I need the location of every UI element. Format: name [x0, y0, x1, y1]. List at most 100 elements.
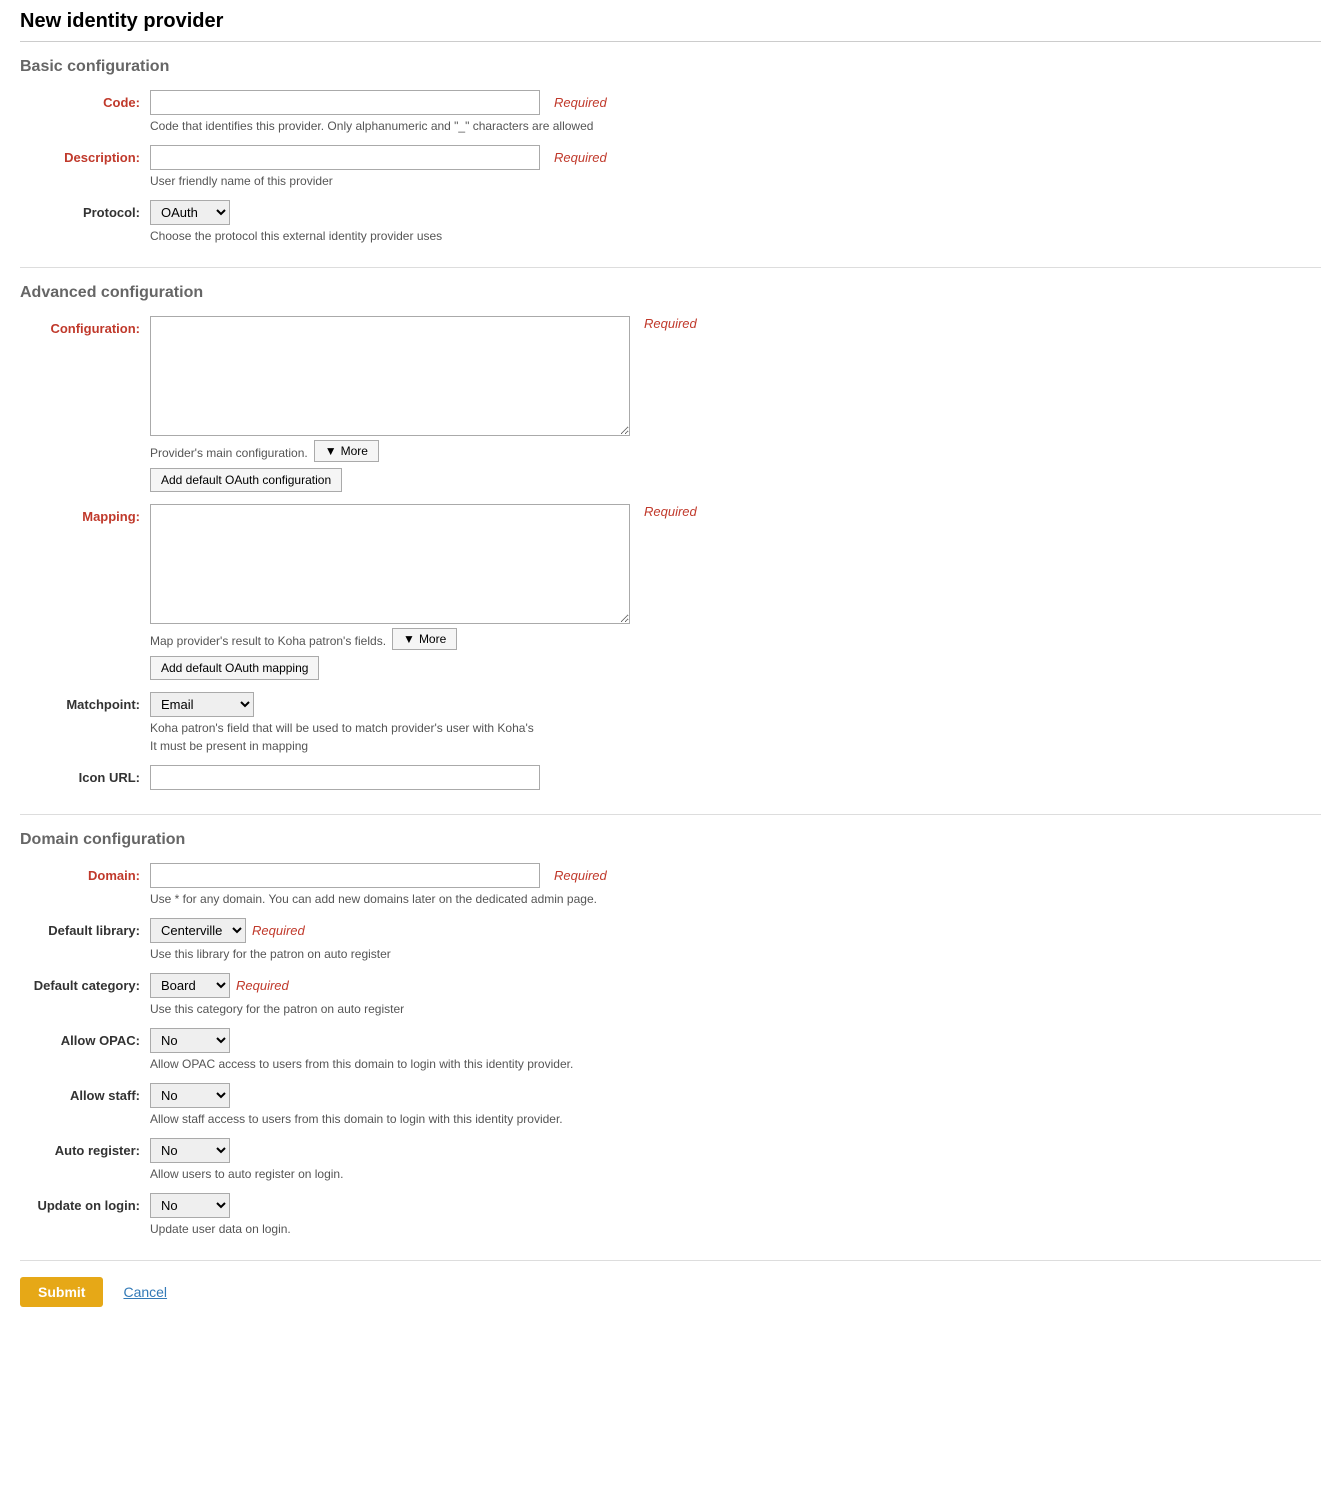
- default-library-row: Default library: Centerville Required Us…: [20, 918, 1321, 961]
- matchpoint-field-container: Email Username cardnumber Koha patron's …: [150, 692, 1321, 753]
- update-on-login-label: Update on login:: [20, 1193, 150, 1213]
- submit-button[interactable]: Submit: [20, 1277, 103, 1307]
- configuration-label: Configuration:: [20, 316, 150, 336]
- matchpoint-help1: Koha patron's field that will be used to…: [150, 721, 1321, 735]
- code-field-wrapper: Required: [150, 90, 1321, 115]
- code-input[interactable]: [150, 90, 540, 115]
- matchpoint-help2: It must be present in mapping: [150, 739, 1321, 753]
- default-category-label: Default category:: [20, 973, 150, 993]
- allow-staff-help: Allow staff access to users from this do…: [150, 1112, 1321, 1126]
- code-field-container: Required Code that identifies this provi…: [150, 90, 1321, 133]
- domain-required: Required: [554, 868, 607, 883]
- mapping-label: Mapping:: [20, 504, 150, 524]
- code-required: Required: [554, 95, 607, 110]
- description-field-container: Required User friendly name of this prov…: [150, 145, 1321, 188]
- matchpoint-row: Matchpoint: Email Username cardnumber Ko…: [20, 692, 1321, 753]
- form-actions: Submit Cancel: [20, 1260, 1321, 1307]
- default-library-field-container: Centerville Required Use this library fo…: [150, 918, 1321, 961]
- allow-opac-label: Allow OPAC:: [20, 1028, 150, 1048]
- add-default-oauth-mapping-button[interactable]: Add default OAuth mapping: [150, 656, 319, 680]
- cancel-button[interactable]: Cancel: [113, 1277, 177, 1307]
- code-help: Code that identifies this provider. Only…: [150, 119, 1321, 133]
- configuration-more-button[interactable]: ▼ More: [314, 440, 379, 462]
- protocol-label: Protocol:: [20, 200, 150, 220]
- description-field-wrapper: Required: [150, 145, 1321, 170]
- advanced-configuration-section: Advanced configuration Configuration: Re…: [20, 284, 1321, 790]
- default-category-row: Default category: Board Required Use thi…: [20, 973, 1321, 1016]
- description-help: User friendly name of this provider: [150, 174, 1321, 188]
- allow-opac-select[interactable]: No Yes: [150, 1028, 230, 1053]
- description-input[interactable]: [150, 145, 540, 170]
- auto-register-label: Auto register:: [20, 1138, 150, 1158]
- update-on-login-help: Update user data on login.: [150, 1222, 1321, 1236]
- configuration-actions-row: Provider's main configuration. ▼ More: [150, 440, 1321, 462]
- allow-opac-help: Allow OPAC access to users from this dom…: [150, 1057, 1321, 1071]
- auto-register-help: Allow users to auto register on login.: [150, 1167, 1321, 1181]
- mapping-required: Required: [644, 504, 697, 519]
- domain-configuration-section: Domain configuration Domain: Required Us…: [20, 831, 1321, 1236]
- icon-url-input[interactable]: [150, 765, 540, 790]
- basic-configuration-heading: Basic configuration: [20, 58, 1321, 76]
- code-row: Code: Required Code that identifies this…: [20, 90, 1321, 133]
- configuration-required: Required: [644, 316, 697, 331]
- default-library-select[interactable]: Centerville: [150, 918, 246, 943]
- mapping-field-container: Required Map provider's result to Koha p…: [150, 504, 1321, 680]
- allow-staff-select[interactable]: No Yes: [150, 1083, 230, 1108]
- configuration-help: Provider's main configuration.: [150, 446, 308, 460]
- default-category-help: Use this category for the patron on auto…: [150, 1002, 1321, 1016]
- configuration-field-container: Required Provider's main configuration. …: [150, 316, 1321, 492]
- basic-advanced-divider: [20, 267, 1321, 268]
- default-category-required: Required: [236, 978, 289, 993]
- domain-label: Domain:: [20, 863, 150, 883]
- matchpoint-select[interactable]: Email Username cardnumber: [150, 692, 254, 717]
- mapping-field-wrapper: Required: [150, 504, 1321, 624]
- domain-field-wrapper: Required: [150, 863, 1321, 888]
- icon-url-label: Icon URL:: [20, 765, 150, 785]
- add-default-oauth-config-button[interactable]: Add default OAuth configuration: [150, 468, 342, 492]
- icon-url-field-container: [150, 765, 1321, 790]
- allow-staff-label: Allow staff:: [20, 1083, 150, 1103]
- protocol-help: Choose the protocol this external identi…: [150, 229, 1321, 243]
- basic-configuration-section: Basic configuration Code: Required Code …: [20, 58, 1321, 243]
- default-category-select-wrapper: Board Required: [150, 973, 1321, 998]
- default-library-help: Use this library for the patron on auto …: [150, 947, 1321, 961]
- mapping-more-label: More: [419, 632, 446, 646]
- description-label: Description:: [20, 145, 150, 165]
- allow-opac-field-container: No Yes Allow OPAC access to users from t…: [150, 1028, 1321, 1071]
- domain-field-container: Required Use * for any domain. You can a…: [150, 863, 1321, 906]
- mapping-more-button[interactable]: ▼ More: [392, 628, 457, 650]
- description-required: Required: [554, 150, 607, 165]
- allow-opac-row: Allow OPAC: No Yes Allow OPAC access to …: [20, 1028, 1321, 1071]
- mapping-textarea[interactable]: [150, 504, 630, 624]
- configuration-more-label: More: [341, 444, 368, 458]
- protocol-select[interactable]: OAuth OIDC: [150, 200, 230, 225]
- configuration-textarea[interactable]: [150, 316, 630, 436]
- mapping-dropdown-arrow-icon: ▼: [403, 632, 415, 646]
- domain-configuration-heading: Domain configuration: [20, 831, 1321, 849]
- update-on-login-select[interactable]: No Yes: [150, 1193, 230, 1218]
- mapping-row: Mapping: Required Map provider's result …: [20, 504, 1321, 680]
- default-library-label: Default library:: [20, 918, 150, 938]
- protocol-field-container: OAuth OIDC Choose the protocol this exte…: [150, 200, 1321, 243]
- code-label: Code:: [20, 90, 150, 110]
- mapping-help: Map provider's result to Koha patron's f…: [150, 634, 386, 648]
- configuration-row: Configuration: Required Provider's main …: [20, 316, 1321, 492]
- default-library-select-wrapper: Centerville Required: [150, 918, 1321, 943]
- default-library-required: Required: [252, 923, 305, 938]
- dropdown-arrow-icon: ▼: [325, 444, 337, 458]
- domain-help: Use * for any domain. You can add new do…: [150, 892, 1321, 906]
- mapping-actions-row: Map provider's result to Koha patron's f…: [150, 628, 1321, 650]
- advanced-configuration-heading: Advanced configuration: [20, 284, 1321, 302]
- auto-register-select[interactable]: No Yes: [150, 1138, 230, 1163]
- matchpoint-label: Matchpoint:: [20, 692, 150, 712]
- advanced-domain-divider: [20, 814, 1321, 815]
- default-category-field-container: Board Required Use this category for the…: [150, 973, 1321, 1016]
- allow-staff-row: Allow staff: No Yes Allow staff access t…: [20, 1083, 1321, 1126]
- protocol-row: Protocol: OAuth OIDC Choose the protocol…: [20, 200, 1321, 243]
- page-title: New identity provider: [20, 10, 1321, 42]
- description-row: Description: Required User friendly name…: [20, 145, 1321, 188]
- domain-input[interactable]: [150, 863, 540, 888]
- default-category-select[interactable]: Board: [150, 973, 230, 998]
- auto-register-field-container: No Yes Allow users to auto register on l…: [150, 1138, 1321, 1181]
- allow-staff-field-container: No Yes Allow staff access to users from …: [150, 1083, 1321, 1126]
